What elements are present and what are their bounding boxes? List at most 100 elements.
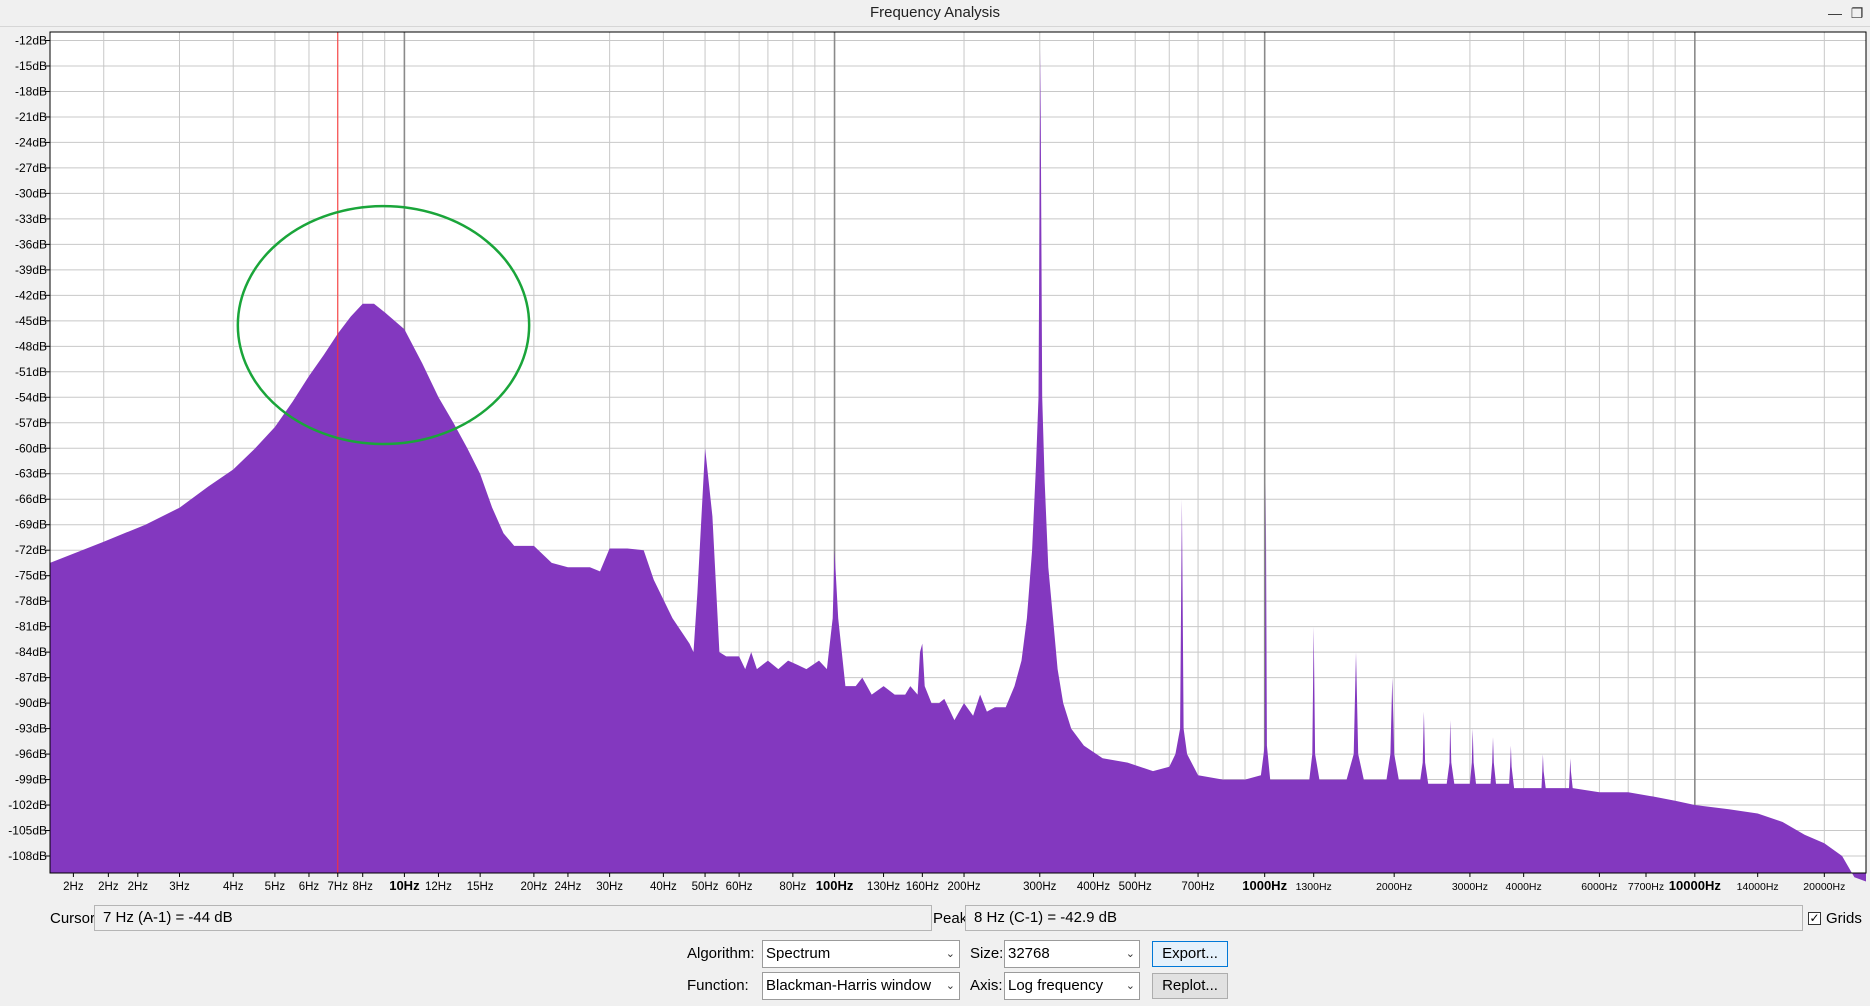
x-tick-label: 1300Hz — [1296, 881, 1332, 893]
function-select[interactable]: Blackman-Harris window ⌄ — [762, 972, 960, 1000]
axis-value: Log frequency — [1008, 977, 1104, 994]
x-tick-label: 100Hz — [816, 878, 854, 893]
x-tick-label: 8Hz — [352, 881, 373, 893]
grids-checkbox[interactable]: ✓ — [1808, 912, 1821, 925]
export-button[interactable]: Export... — [1152, 941, 1228, 967]
x-tick-label: 7700Hz — [1628, 881, 1664, 893]
y-tick-label: -105dB — [8, 824, 47, 838]
y-tick-label: -33dB — [15, 212, 47, 226]
x-tick-label: 400Hz — [1077, 881, 1110, 893]
grids-label: Grids — [1826, 910, 1862, 927]
y-tick-label: -36dB — [15, 237, 47, 251]
x-tick-label: 200Hz — [947, 881, 980, 893]
algorithm-label: Algorithm: — [687, 945, 755, 962]
chevron-down-icon: ⌄ — [1125, 980, 1135, 992]
y-tick-label: -87dB — [15, 671, 47, 685]
x-tick-label: 130Hz — [867, 881, 900, 893]
y-tick-label: -81dB — [15, 620, 47, 634]
x-tick-label: 4Hz — [223, 881, 244, 893]
y-tick-label: -60dB — [15, 441, 47, 455]
x-tick-label: 12Hz — [425, 881, 452, 893]
y-tick-label: -93dB — [15, 722, 47, 736]
x-tick-label: 6Hz — [299, 881, 320, 893]
y-tick-label: -51dB — [15, 365, 47, 379]
peak-readout: 8 Hz (C-1) = -42.9 dB — [965, 905, 1803, 931]
y-tick-label: -54dB — [15, 390, 47, 404]
x-tick-label: 20Hz — [520, 881, 547, 893]
axis-label: Axis: — [970, 977, 1003, 994]
y-tick-label: -108dB — [8, 849, 47, 863]
y-tick-label: -75dB — [15, 569, 47, 583]
algorithm-value: Spectrum — [766, 945, 831, 962]
x-tick-label: 3000Hz — [1452, 881, 1488, 893]
y-tick-label: -15dB — [15, 59, 47, 73]
y-tick-label: -57dB — [15, 416, 47, 430]
chevron-down-icon: ⌄ — [945, 948, 955, 960]
x-tick-label: 2Hz — [98, 881, 119, 893]
x-tick-label: 4000Hz — [1506, 881, 1542, 893]
title-bar: Frequency Analysis — ❐ — [0, 0, 1870, 27]
x-tick-label: 15Hz — [467, 881, 494, 893]
axis-select[interactable]: Log frequency ⌄ — [1004, 972, 1140, 1000]
y-tick-label: -48dB — [15, 339, 47, 353]
y-tick-label: -45dB — [15, 314, 47, 328]
y-tick-label: -96dB — [15, 747, 47, 761]
restore-button[interactable]: ❐ — [1846, 2, 1868, 24]
y-tick-label: -18dB — [15, 84, 47, 98]
cursor-label: Cursor: — [50, 910, 100, 927]
cursor-readout: 7 Hz (A-1) = -44 dB — [94, 905, 932, 931]
y-axis: -12dB -15dB -18dB -21dB -24dB -27dB -30dB -33dB… — [8, 33, 50, 863]
size-select[interactable]: 32768 ⌄ — [1004, 940, 1140, 968]
x-tick-label: 20000Hz — [1803, 881, 1845, 893]
y-tick-label: -72dB — [15, 543, 47, 557]
y-tick-label: -42dB — [15, 288, 47, 302]
y-tick-label: -66dB — [15, 492, 47, 506]
x-tick-label: 10000Hz — [1669, 878, 1722, 893]
chevron-down-icon: ⌄ — [1125, 948, 1135, 960]
chevron-down-icon: ⌄ — [945, 980, 955, 992]
x-tick-label: 1000Hz — [1242, 878, 1287, 893]
y-tick-label: -84dB — [15, 645, 47, 659]
x-tick-label: 2000Hz — [1376, 881, 1412, 893]
x-tick-label: 7Hz — [328, 881, 349, 893]
size-label: Size: — [970, 945, 1004, 962]
x-tick-label: 160Hz — [906, 881, 939, 893]
x-tick-label: 14000Hz — [1737, 881, 1779, 893]
function-label: Function: — [687, 977, 749, 994]
y-tick-label: -21dB — [15, 110, 47, 124]
x-tick-label: 10Hz — [389, 878, 420, 893]
y-tick-label: -27dB — [15, 161, 47, 175]
y-tick-label: -24dB — [15, 135, 47, 149]
x-tick-label: 700Hz — [1181, 881, 1214, 893]
x-tick-label: 24Hz — [555, 881, 582, 893]
y-tick-label: -78dB — [15, 594, 47, 608]
x-tick-label: 30Hz — [596, 881, 623, 893]
x-tick-label: 6000Hz — [1581, 881, 1617, 893]
y-tick-label: -39dB — [15, 263, 47, 277]
size-value: 32768 — [1008, 945, 1050, 962]
function-value: Blackman-Harris window — [766, 977, 932, 994]
window-title: Frequency Analysis — [869, 4, 1001, 21]
x-tick-label: 3Hz — [169, 881, 190, 893]
y-tick-label: -63dB — [15, 467, 47, 481]
y-tick-label: -102dB — [8, 798, 47, 812]
algorithm-select[interactable]: Spectrum ⌄ — [762, 940, 960, 968]
y-tick-label: -69dB — [15, 518, 47, 532]
x-tick-label: 5Hz — [265, 881, 286, 893]
x-tick-label: 60Hz — [726, 881, 753, 893]
replot-button[interactable]: Replot... — [1152, 973, 1228, 999]
x-tick-label: 2Hz — [128, 881, 149, 893]
y-tick-label: -30dB — [15, 186, 47, 200]
frequency-plot[interactable]: -12dB -15dB -18dB -21dB -24dB -27dB -30dB -33dB… — [0, 26, 1870, 904]
y-tick-label: -12dB — [15, 33, 47, 47]
x-tick-label: 40Hz — [650, 881, 677, 893]
y-tick-label: -99dB — [15, 773, 47, 787]
x-tick-label: 80Hz — [779, 881, 806, 893]
minimize-button[interactable]: — — [1824, 2, 1846, 24]
y-tick-label: -90dB — [15, 696, 47, 710]
x-tick-label: 500Hz — [1119, 881, 1152, 893]
x-tick-label: 50Hz — [692, 881, 719, 893]
x-axis: 2Hz 2Hz 2Hz 3Hz 4Hz 5Hz 6Hz 7Hz 8Hz 10Hz 12Hz 15Hz 2… — [63, 873, 1845, 893]
x-tick-label: 300Hz — [1023, 881, 1056, 893]
x-tick-label: 2Hz — [63, 881, 84, 893]
